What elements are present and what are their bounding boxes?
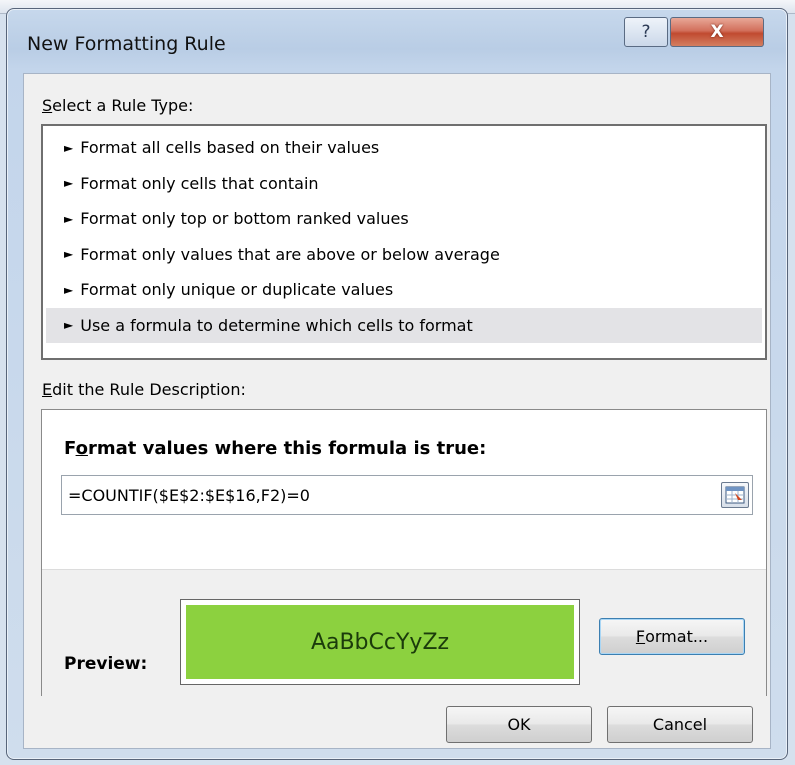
list-item[interactable]: ► Format only values that are above or b… bbox=[46, 237, 762, 273]
rule-item-label: Format only top or bottom ranked values bbox=[80, 209, 409, 229]
dialog-title: New Formatting Rule bbox=[27, 33, 226, 55]
preview-text: AaBbCcYyZz bbox=[310, 629, 450, 655]
triangle-right-icon: ► bbox=[64, 247, 74, 262]
triangle-right-icon: ► bbox=[64, 211, 74, 226]
triangle-right-icon: ► bbox=[64, 140, 74, 155]
preview-swatch: AaBbCcYyZz bbox=[180, 599, 580, 685]
rule-description-label: Edit the Rule Description: bbox=[42, 380, 246, 399]
triangle-right-icon: ► bbox=[64, 176, 74, 191]
list-item[interactable]: ► Format only cells that contain bbox=[46, 166, 762, 202]
triangle-right-icon: ► bbox=[64, 318, 74, 333]
range-select-icon bbox=[725, 486, 745, 504]
formula-input[interactable] bbox=[61, 475, 753, 515]
close-button[interactable]: X bbox=[670, 17, 764, 47]
rule-item-label: Format all cells based on their values bbox=[80, 138, 380, 158]
ok-button[interactable]: OK bbox=[446, 706, 592, 743]
format-button[interactable]: Format... bbox=[599, 618, 745, 655]
rule-item-label: Format only unique or duplicate values bbox=[80, 280, 394, 300]
preview-sample: AaBbCcYyZz bbox=[186, 605, 574, 679]
title-bar[interactable]: New Formatting Rule ? X bbox=[7, 9, 787, 73]
formula-heading: Format values where this formula is true… bbox=[64, 438, 487, 459]
rule-type-list[interactable]: ► Format all cells based on their values… bbox=[41, 124, 767, 360]
close-icon: X bbox=[710, 22, 724, 42]
rule-item-label: Use a formula to determine which cells t… bbox=[80, 315, 473, 335]
cancel-button[interactable]: Cancel bbox=[607, 706, 753, 743]
list-item[interactable]: ► Format all cells based on their values bbox=[46, 130, 762, 166]
help-icon: ? bbox=[641, 22, 651, 42]
list-item[interactable]: ► Format only unique or duplicate values bbox=[46, 272, 762, 308]
list-item[interactable]: ► Format only top or bottom ranked value… bbox=[46, 201, 762, 237]
rule-description-panel: Format values where this formula is true… bbox=[41, 409, 767, 696]
help-button[interactable]: ? bbox=[624, 17, 668, 47]
rule-type-label: Select a Rule Type: bbox=[42, 96, 194, 115]
triangle-right-icon: ► bbox=[64, 282, 74, 297]
collapse-dialog-button[interactable] bbox=[721, 482, 749, 508]
rule-item-label: Format only cells that contain bbox=[80, 173, 319, 193]
rule-item-label: Format only values that are above or bel… bbox=[80, 244, 500, 264]
new-formatting-rule-dialog: New Formatting Rule ? X Select a Rule Ty… bbox=[6, 8, 788, 760]
preview-label: Preview: bbox=[64, 654, 148, 674]
list-item-selected[interactable]: ► Use a formula to determine which cells… bbox=[46, 307, 762, 343]
dialog-body: Select a Rule Type: ► Format all cells b… bbox=[23, 73, 771, 749]
